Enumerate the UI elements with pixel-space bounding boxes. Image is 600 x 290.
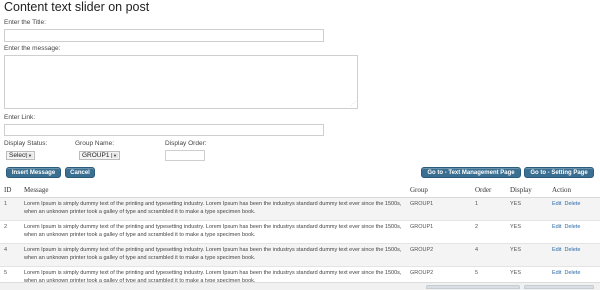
header-action: Action <box>548 183 600 198</box>
insert-message-button[interactable]: Insert Message <box>6 167 61 178</box>
message-textarea-wrap: ⋰ <box>4 55 358 109</box>
resize-grip-icon[interactable]: ⋰ <box>351 102 356 107</box>
cell-id: 2 <box>0 220 20 244</box>
link-input[interactable] <box>4 124 324 136</box>
table-row: 4 Lorem Ipsum is simply dummy text of th… <box>0 243 600 267</box>
cell-action: Edit Delete <box>548 220 600 244</box>
cell-action: Edit Delete <box>548 197 600 221</box>
table-header-row: ID Message Group Order Display Action <box>0 183 600 198</box>
cell-message: Lorem Ipsum is simply dummy text of the … <box>20 220 406 244</box>
edit-link[interactable]: Edit <box>552 224 561 230</box>
header-message: Message <box>20 183 406 198</box>
display-order-input[interactable] <box>165 150 205 161</box>
display-status-value: Select <box>9 152 28 159</box>
delete-link[interactable]: Delete <box>564 270 580 276</box>
cell-id: 4 <box>0 243 20 267</box>
chevron-down-icon: ▼ <box>111 153 118 158</box>
delete-link[interactable]: Delete <box>564 201 580 207</box>
message-textarea[interactable] <box>4 55 358 109</box>
table-row: 2 Lorem Ipsum is simply dummy text of th… <box>0 220 600 244</box>
display-status-label: Display Status: <box>4 140 48 147</box>
header-display: Display <box>506 183 548 198</box>
group-name-select[interactable]: GROUP1 ▼ <box>79 151 120 160</box>
cell-group: GROUP2 <box>406 243 471 267</box>
message-label: Enter the message: <box>4 45 61 52</box>
cell-display: YES <box>506 197 548 221</box>
header-order: Order <box>471 183 506 198</box>
link-label: Enter Link: <box>4 114 36 121</box>
edit-link[interactable]: Edit <box>552 201 561 207</box>
cancel-button[interactable]: Cancel <box>65 167 95 178</box>
cell-message: Lorem Ipsum is simply dummy text of the … <box>20 197 406 221</box>
title-label: Enter the Title: <box>4 19 46 26</box>
cell-group: GROUP1 <box>406 197 471 221</box>
cell-action: Edit Delete <box>548 243 600 267</box>
cell-id: 1 <box>0 197 20 221</box>
delete-link[interactable]: Delete <box>564 224 580 230</box>
cell-group: GROUP1 <box>406 220 471 244</box>
footer-button-left[interactable] <box>426 285 520 289</box>
cell-display: YES <box>506 243 548 267</box>
group-name-value: GROUP1 <box>82 152 110 159</box>
footer-button-right[interactable] <box>524 285 594 289</box>
cell-message: Lorem Ipsum is simply dummy text of the … <box>20 243 406 267</box>
text-management-button[interactable]: Go to - Text Management Page <box>421 167 521 178</box>
display-order-label: Display Order: <box>165 140 207 147</box>
cell-order: 2 <box>471 220 506 244</box>
page-title: Content text slider on post <box>4 0 150 14</box>
display-status-select[interactable]: Select ▼ <box>6 151 35 160</box>
cell-order: 1 <box>471 197 506 221</box>
messages-table: ID Message Group Order Display Action 1 … <box>0 183 600 290</box>
edit-link[interactable]: Edit <box>552 270 561 276</box>
edit-link[interactable]: Edit <box>552 247 561 253</box>
delete-link[interactable]: Delete <box>564 247 580 253</box>
header-group: Group <box>406 183 471 198</box>
title-input[interactable] <box>4 29 324 42</box>
setting-page-button[interactable]: Go to - Setting Page <box>524 167 594 178</box>
header-id: ID <box>0 183 20 198</box>
table-row: 1 Lorem Ipsum is simply dummy text of th… <box>0 197 600 221</box>
cell-display: YES <box>506 220 548 244</box>
group-name-label: Group Name: <box>75 140 115 147</box>
chevron-down-icon: ▼ <box>26 153 33 158</box>
cell-order: 4 <box>471 243 506 267</box>
